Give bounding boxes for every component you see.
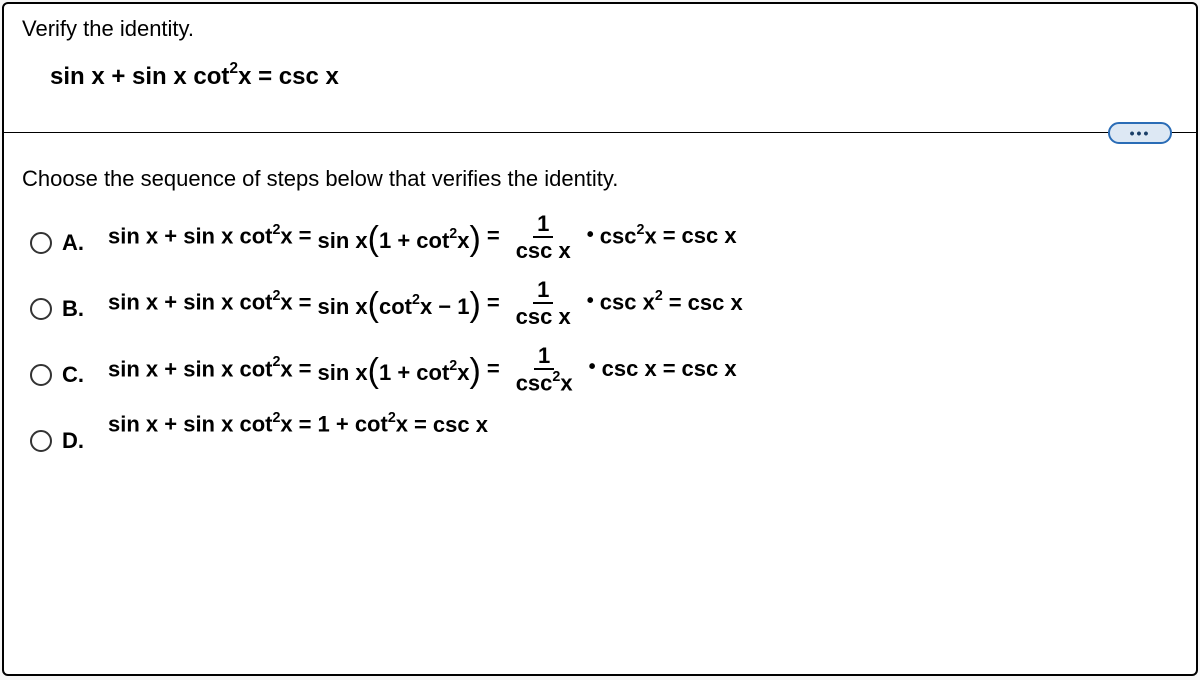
radio-d[interactable]: [30, 430, 52, 452]
option-c-label: C.: [62, 362, 84, 388]
question-prompt: Verify the identity.: [22, 16, 1178, 42]
option-a-label: A.: [62, 230, 84, 256]
divider-line: [4, 132, 1196, 133]
option-d-row[interactable]: D. sin x + sin x cot2x = 1 + cot2x = csc…: [30, 410, 1178, 454]
option-b-label: B.: [62, 296, 84, 322]
radio-c[interactable]: [30, 364, 52, 386]
section-divider: •••: [22, 122, 1178, 142]
option-b-row[interactable]: B. sin x + sin x cot2x = sin x(cot2x − 1…: [30, 278, 1178, 328]
more-options-button[interactable]: •••: [1108, 122, 1172, 144]
option-c-math: sin x + sin x cot2x = sin x(1 + cot2x) =…: [108, 344, 737, 395]
identity-expression: sin x + sin x cot2x = csc x: [50, 60, 1178, 94]
options-group: A. sin x + sin x cot2x = sin x(1 + cot2x…: [30, 212, 1178, 455]
option-a-row[interactable]: A. sin x + sin x cot2x = sin x(1 + cot2x…: [30, 212, 1178, 262]
option-d-math: sin x + sin x cot2x = 1 + cot2x = csc x: [108, 410, 488, 439]
ellipsis-icon: •••: [1130, 126, 1151, 140]
option-c-row[interactable]: C. sin x + sin x cot2x = sin x(1 + cot2x…: [30, 344, 1178, 395]
option-a-math: sin x + sin x cot2x = sin x(1 + cot2x) =…: [108, 212, 737, 262]
question-card: Verify the identity. sin x + sin x cot2x…: [2, 2, 1198, 676]
radio-b[interactable]: [30, 298, 52, 320]
question-subprompt: Choose the sequence of steps below that …: [22, 166, 1178, 192]
option-b-math: sin x + sin x cot2x = sin x(cot2x − 1) =…: [108, 278, 743, 328]
radio-a[interactable]: [30, 232, 52, 254]
option-d-label: D.: [62, 428, 84, 454]
